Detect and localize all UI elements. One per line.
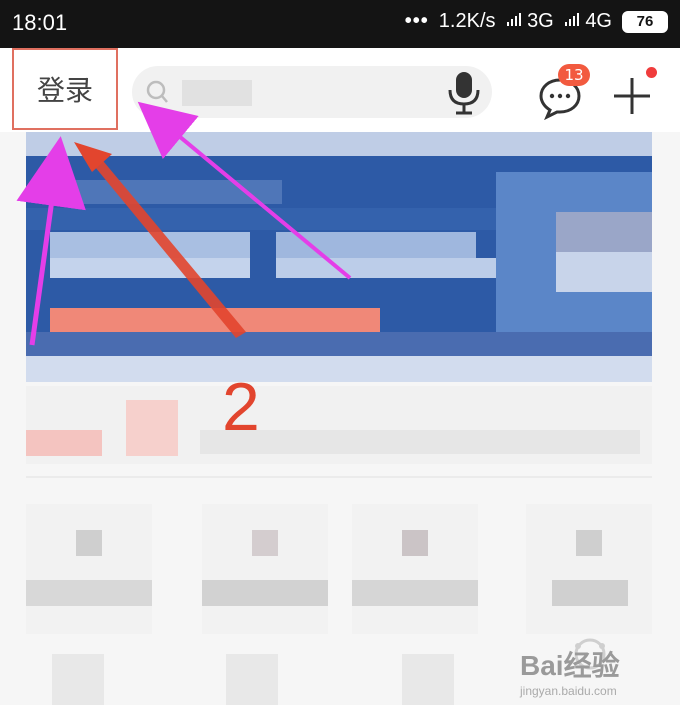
grid-item-blurred[interactable] [352, 504, 478, 634]
grid-item-blurred[interactable] [26, 504, 152, 634]
microphone-icon[interactable] [444, 70, 484, 116]
grid-label-blurred [552, 580, 628, 606]
watermark-brand: Bai经验 [520, 650, 620, 681]
search-input[interactable] [176, 76, 410, 110]
add-icon[interactable] [610, 74, 654, 118]
status-indicators: ••• 1.2K/s 3G 4G 76 [405, 10, 668, 33]
grid-item-blurred[interactable] [52, 654, 104, 705]
grid-item-blurred[interactable] [526, 504, 652, 634]
grid-item-blurred[interactable] [402, 654, 454, 705]
signal-3g: 3G [506, 10, 554, 33]
step-number-label: 2 [222, 369, 260, 445]
signal-4g: 4G [564, 10, 612, 33]
signal-4g-label: 4G [585, 10, 612, 32]
grid-item-blurred[interactable] [202, 504, 328, 634]
banner-blurred[interactable] [26, 132, 652, 382]
notification-dot [646, 67, 657, 78]
grid-icon-blurred [576, 530, 602, 556]
grid-label-blurred [26, 580, 152, 606]
list-thumb-blurred [26, 430, 102, 456]
grid-label-blurred [352, 580, 478, 606]
grid-icon-blurred [252, 530, 278, 556]
search-icon [146, 80, 168, 103]
list-text-blurred [200, 430, 640, 454]
message-count-badge: 13 [558, 64, 590, 86]
search-bar[interactable] [132, 66, 492, 118]
signal-bars-icon [506, 13, 521, 26]
status-bar: 18:01 ••• 1.2K/s 3G 4G 76 [0, 0, 680, 48]
battery-indicator: 76 [622, 10, 668, 33]
login-button[interactable]: 登录 [12, 48, 118, 130]
signal-3g-label: 3G [527, 10, 554, 32]
grid-label-blurred [202, 580, 328, 606]
watermark-site: jingyan.baidu.com [520, 684, 617, 698]
status-time: 18:01 [12, 10, 68, 35]
list-thumb-blurred [126, 400, 178, 456]
more-notifications-icon: ••• [404, 10, 429, 32]
signal-bars-hd-icon [564, 13, 579, 26]
network-speed: 1.2K/s [438, 10, 496, 32]
grid-icon-blurred [76, 530, 102, 556]
section-divider [26, 476, 652, 478]
grid-item-blurred[interactable] [226, 654, 278, 705]
grid-icon-blurred [402, 530, 428, 556]
